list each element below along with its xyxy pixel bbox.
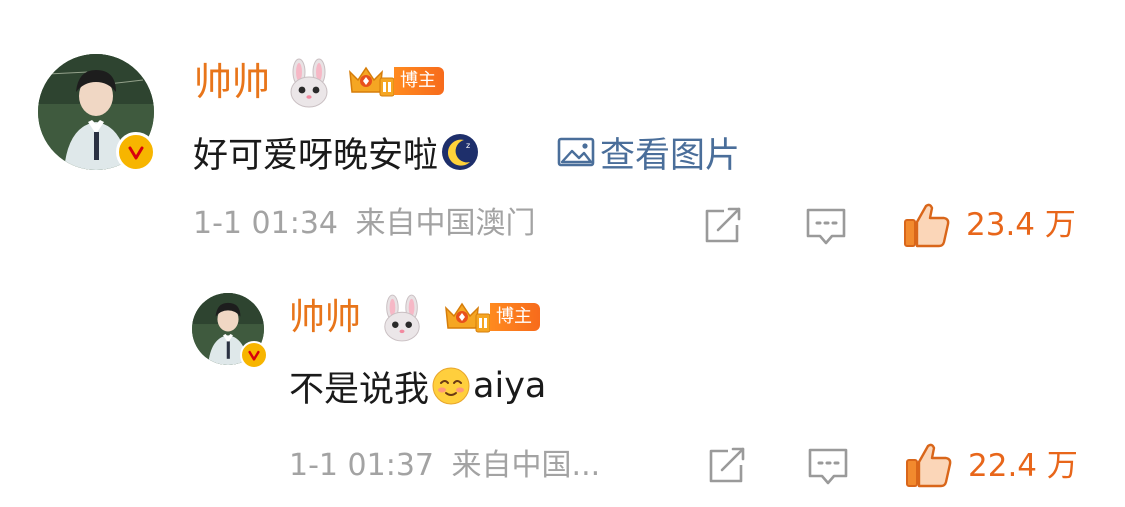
comment-icon[interactable] (804, 206, 848, 248)
like-count: 23.4 万 (966, 207, 1076, 243)
like-icon[interactable] (902, 200, 952, 250)
badge-label: 博主 (490, 303, 540, 331)
verified-icon (116, 132, 156, 172)
crown-icon (445, 302, 490, 333)
moon-sleep-emoji: z (442, 134, 479, 170)
location: 来自中国澳门 (355, 206, 536, 241)
svg-text:z: z (466, 141, 470, 150)
username[interactable]: 帅帅 (289, 296, 361, 340)
shy-smile-emoji (432, 367, 470, 405)
blogger-badge: 博主 (346, 64, 444, 98)
comment-icon[interactable] (806, 446, 850, 488)
like-count: 22.4 万 (968, 448, 1078, 484)
crown-icon (349, 66, 394, 97)
rabbit-icon (286, 58, 332, 108)
rabbit-icon (380, 294, 424, 342)
comment-body: 不是说我 (289, 369, 430, 410)
share-icon[interactable] (706, 446, 748, 486)
location: 来自中国... (451, 448, 601, 483)
verified-icon (240, 341, 268, 369)
comment-text: 好可爱呀晚安啦 z (193, 128, 480, 176)
share-icon[interactable] (702, 206, 744, 246)
comment-text: 不是说我 aiya (289, 362, 546, 410)
image-icon (557, 137, 595, 167)
comment-body: 好可爱呀晚安啦 (193, 135, 439, 176)
like-icon[interactable] (904, 440, 954, 490)
blogger-badge: 博主 (442, 300, 540, 334)
comment-suffix: aiya (473, 366, 547, 406)
comment-meta: 1-1 01:34 来自中国澳门 (193, 204, 536, 244)
view-image-link[interactable]: 查看图片 (556, 128, 740, 176)
timestamp: 1-1 01:37 (289, 448, 434, 483)
comment-meta: 1-1 01:37 来自中国... (289, 446, 600, 486)
view-image-label: 查看图片 (600, 135, 741, 176)
username[interactable]: 帅帅 (194, 60, 270, 104)
badge-label: 博主 (394, 67, 444, 95)
timestamp: 1-1 01:34 (193, 206, 338, 241)
